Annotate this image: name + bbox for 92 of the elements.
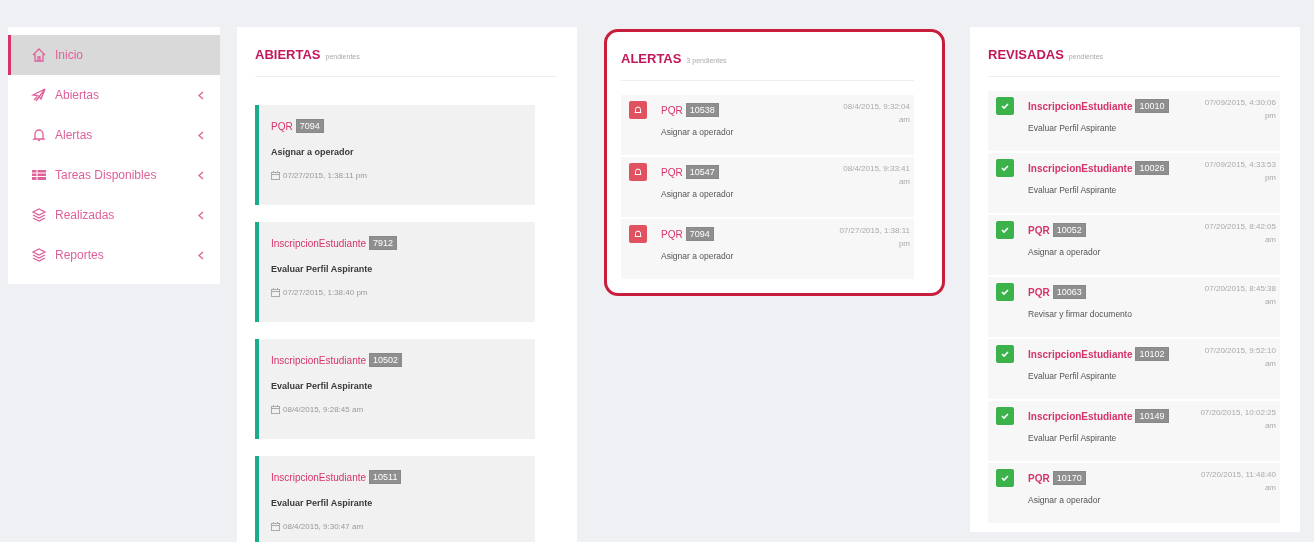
panel-title: ALERTAS (621, 51, 682, 66)
task-number: 7094 (295, 119, 324, 133)
process-name: InscripcionEstudiante (1028, 100, 1133, 112)
task-name: Evaluar Perfil Aspirante (271, 381, 374, 391)
panel-title: ABIERTAS (255, 47, 321, 62)
task-number: 7094 (685, 227, 714, 241)
process-name: PQR (1028, 286, 1050, 298)
task-name: Asignar a operador (1028, 247, 1102, 257)
task-name: Evaluar Perfil Aspirante (1028, 123, 1118, 133)
task-number: 10170 (1052, 471, 1086, 485)
process-name: InscripcionEstudiante (271, 471, 367, 483)
bell-icon (31, 127, 47, 143)
task-date: 07/27/2015, 1:38:40 pm (283, 288, 368, 297)
task-name: Evaluar Perfil Aspirante (271, 264, 374, 274)
task-row[interactable]: InscripcionEstudiante 10010 Evaluar Perfil Aspirante 07/09/2015, 4:30:06 pm (988, 91, 1280, 151)
task-name: Asignar a operador (661, 189, 735, 199)
check-icon (996, 283, 1014, 301)
task-date: 07/20/2015, 9:52:10 am (1203, 345, 1276, 370)
process-name: PQR (661, 104, 683, 116)
bell-icon (629, 163, 647, 181)
task-number: 10547 (685, 165, 719, 179)
process-name: PQR (271, 120, 293, 132)
process-name: PQR (1028, 224, 1050, 236)
task-name: Evaluar Perfil Aspirante (1028, 185, 1118, 195)
home-icon (31, 47, 47, 63)
task-number: 10538 (685, 103, 719, 117)
process-name: PQR (1028, 472, 1050, 484)
task-date: 08/4/2015, 9:32:04 am (842, 101, 910, 126)
task-card[interactable]: PQR 7094 Asignar a operador 07/27/2015, 1:38:11 pm (255, 105, 535, 205)
process-name: InscripcionEstudiante (271, 354, 367, 366)
task-date: 07/09/2015, 4:33:53 pm (1203, 159, 1276, 184)
task-number: 10511 (369, 470, 402, 484)
task-number: 10010 (1135, 99, 1169, 113)
calendar-icon (271, 288, 280, 297)
check-icon (996, 407, 1014, 425)
task-row[interactable]: InscripcionEstudiante 10149 Evaluar Perfil Aspirante 07/20/2015, 10:02:25 am (988, 401, 1280, 461)
layers-icon (31, 207, 47, 223)
process-name: PQR (661, 166, 683, 178)
task-date: 08/4/2015, 9:33:41 am (842, 163, 910, 188)
process-name: InscripcionEstudiante (1028, 348, 1133, 360)
calendar-icon (271, 171, 280, 180)
process-name: InscripcionEstudiante (271, 237, 367, 249)
task-date: 07/20/2015, 11:48:40 am (1199, 469, 1276, 494)
check-icon (996, 469, 1014, 487)
calendar-icon (271, 522, 280, 531)
task-date: 07/27/2015, 1:38:11 pm (283, 171, 367, 180)
task-date: 07/09/2015, 4:30:06 pm (1203, 97, 1276, 122)
check-icon (996, 221, 1014, 239)
task-name: Asignar a operador (661, 251, 735, 261)
task-name: Asignar a operador (271, 147, 355, 157)
task-name: Asignar a operador (661, 127, 735, 137)
task-number: 10026 (1135, 161, 1169, 175)
task-name: Revisar y firmar documento (1028, 309, 1133, 319)
task-name: Asignar a operador (1028, 495, 1102, 505)
process-name: InscripcionEstudiante (1028, 410, 1133, 422)
task-card[interactable]: InscripcionEstudiante 10511 Evaluar Perfil Aspirante 08/4/2015, 9:30:47 am (255, 456, 535, 542)
check-icon (996, 345, 1014, 363)
table-icon (31, 167, 47, 183)
check-icon (996, 97, 1014, 115)
task-row[interactable]: InscripcionEstudiante 10102 Evaluar Perfil Aspirante 07/20/2015, 9:52:10 am (988, 339, 1280, 399)
task-row[interactable]: PQR 10063 Revisar y firmar documento 07/20/2015, 8:45:38 am (988, 277, 1280, 337)
task-date: 07/20/2015, 8:42:05 am (1203, 221, 1276, 246)
task-date: 08/4/2015, 9:30:47 am (283, 522, 364, 531)
task-date: 07/20/2015, 8:45:38 am (1203, 283, 1276, 308)
task-date: 08/4/2015, 9:28:45 am (283, 405, 364, 414)
task-row[interactable]: PQR 10170 Asignar a operador 07/20/2015, 11:48:40 am (988, 463, 1280, 523)
layers-icon (31, 247, 47, 263)
check-icon (996, 159, 1014, 177)
task-number: 10063 (1052, 285, 1086, 299)
bell-icon (629, 225, 647, 243)
task-date: 07/20/2015, 10:02:25 am (1199, 407, 1276, 432)
bell-icon (629, 101, 647, 119)
process-name: PQR (661, 228, 683, 240)
task-row[interactable]: PQR 10547 Asignar a operador 08/4/2015, 9:33:41 am (621, 157, 914, 217)
task-number: 10149 (1135, 409, 1169, 423)
task-row[interactable]: PQR 10052 Asignar a operador 07/20/2015, 8:42:05 am (988, 215, 1280, 275)
task-name: Evaluar Perfil Aspirante (1028, 433, 1118, 443)
task-number: 10502 (369, 353, 403, 367)
task-name: Evaluar Perfil Aspirante (1028, 371, 1118, 381)
task-row[interactable]: PQR 7094 Asignar a operador 07/27/2015, 1:38:11 pm (621, 219, 914, 279)
panel-title: REVISADAS (988, 47, 1064, 62)
task-row[interactable]: InscripcionEstudiante 10026 Evaluar Perfil Aspirante 07/09/2015, 4:33:53 pm (988, 153, 1280, 213)
task-number: 10102 (1135, 347, 1169, 361)
task-number: 7912 (369, 236, 398, 250)
task-card[interactable]: InscripcionEstudiante 7912 Evaluar Perfil Aspirante 07/27/2015, 1:38:40 pm (255, 222, 535, 322)
task-card[interactable]: InscripcionEstudiante 10502 Evaluar Perfil Aspirante 08/4/2015, 9:28:45 am (255, 339, 535, 439)
process-name: InscripcionEstudiante (1028, 162, 1133, 174)
task-number: 10052 (1052, 223, 1086, 237)
task-name: Evaluar Perfil Aspirante (271, 498, 374, 508)
calendar-icon (271, 405, 280, 414)
task-row[interactable]: PQR 10538 Asignar a operador 08/4/2015, 9:32:04 am (621, 95, 914, 155)
task-date: 07/27/2015, 1:38:11 pm (838, 225, 910, 250)
